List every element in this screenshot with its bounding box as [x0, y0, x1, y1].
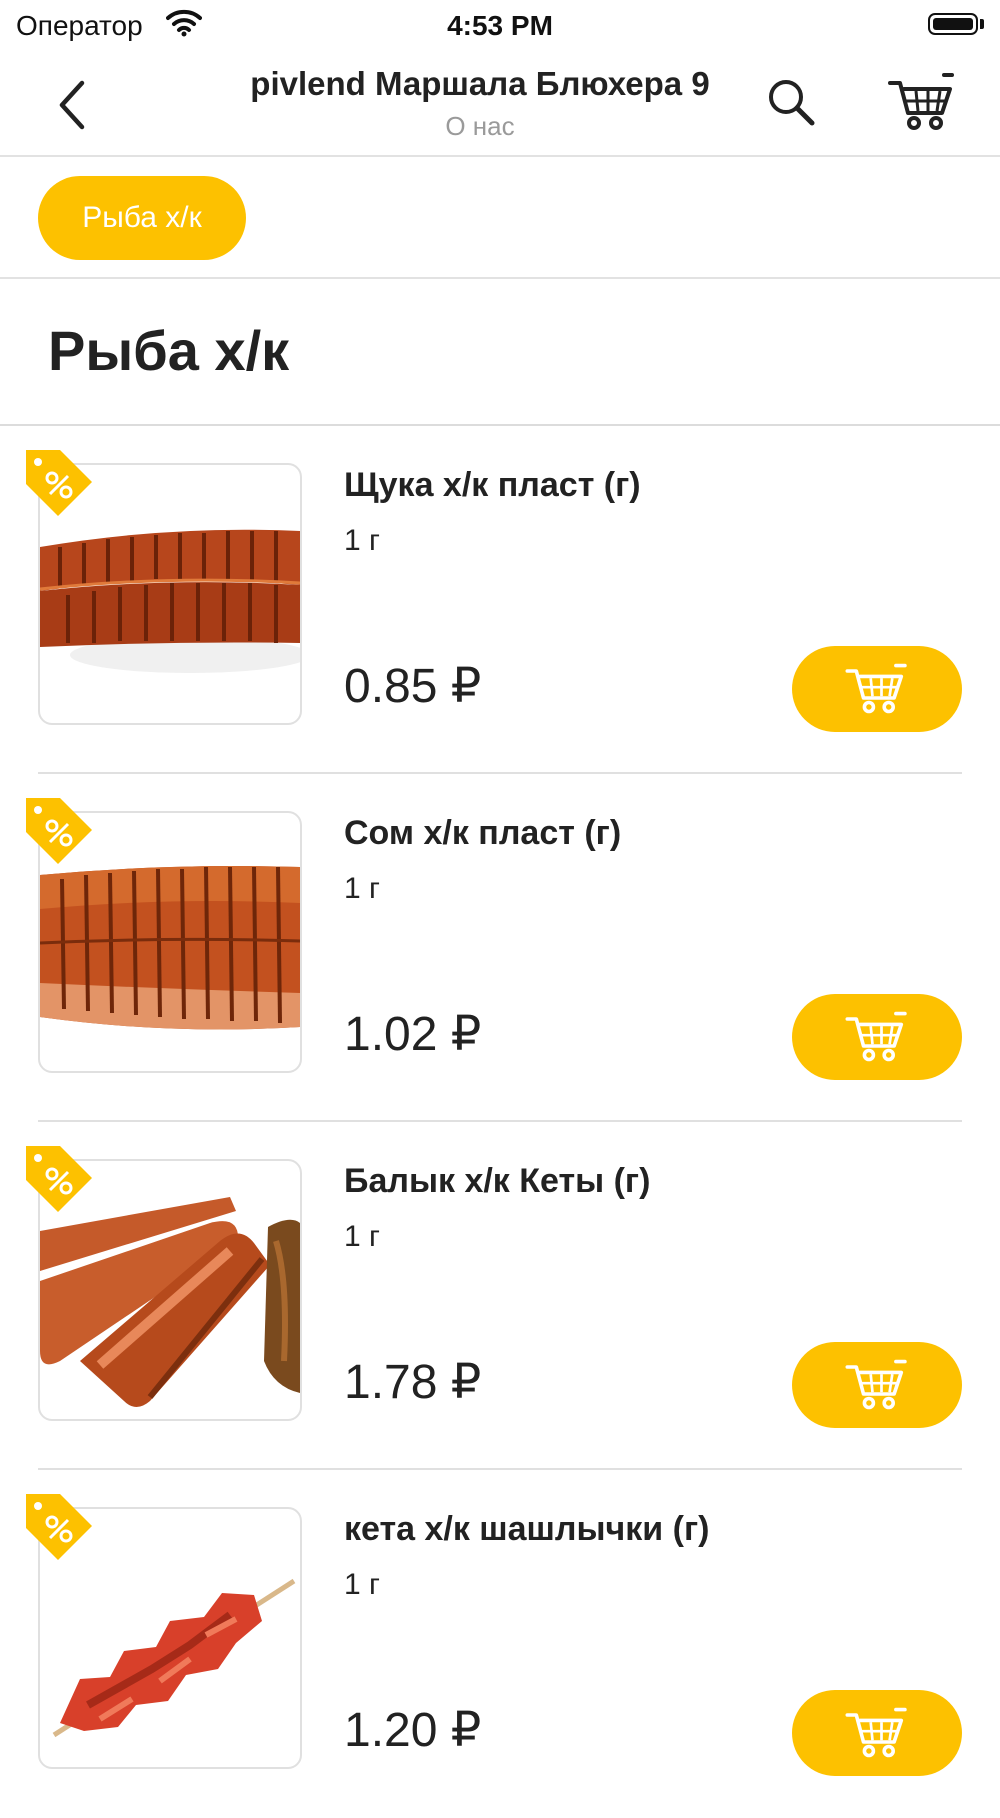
product-price: 0.85 ₽	[344, 660, 482, 713]
store-title: pivlend Маршала Блюхера 9	[250, 65, 710, 102]
cart-button[interactable]	[886, 69, 956, 133]
battery-icon	[928, 13, 978, 35]
shopping-cart-icon	[845, 1011, 907, 1062]
shopping-cart-icon	[845, 1707, 907, 1758]
add-to-cart-button[interactable]	[792, 1342, 962, 1428]
add-to-cart-button[interactable]	[792, 994, 962, 1080]
navigation-bar: pivlend Маршала Блюхера 9 О нас	[0, 55, 1000, 157]
product-weight: 1 г	[344, 872, 380, 905]
product-weight: 1 г	[344, 524, 380, 557]
add-to-cart-button[interactable]	[792, 1690, 962, 1776]
discount-tag-icon	[24, 1144, 94, 1214]
battery-cap	[980, 19, 984, 29]
section-title: Рыба х/к	[48, 319, 290, 382]
product-card[interactable]: Балык х/к Кеты (г) 1 г 1.78 ₽	[0, 1122, 1000, 1470]
product-name: Щука х/к пласт (г)	[344, 466, 641, 504]
product-price: 1.02 ₽	[344, 1008, 482, 1061]
product-price: 1.78 ₽	[344, 1356, 482, 1409]
product-card[interactable]: кета х/к шашлычки (г) 1 г 1.20 ₽	[0, 1470, 1000, 1818]
add-to-cart-button[interactable]	[792, 646, 962, 732]
product-weight: 1 г	[344, 1568, 380, 1601]
search-icon	[769, 80, 815, 126]
discount-tag-icon	[24, 448, 94, 518]
about-link[interactable]: О нас	[200, 111, 760, 142]
product-name: Балык х/к Кеты (г)	[344, 1162, 651, 1200]
product-name: кета х/к шашлычки (г)	[344, 1510, 710, 1548]
product-price: 1.20 ₽	[344, 1704, 482, 1757]
product-card[interactable]: Щука х/к пласт (г) 1 г 0.85 ₽	[0, 426, 1000, 774]
shopping-cart-icon	[845, 663, 907, 714]
search-button[interactable]	[762, 73, 822, 133]
category-chip-fish[interactable]: Рыба х/к	[38, 176, 246, 260]
status-bar: Оператор 4:53 PM	[0, 0, 1000, 50]
status-time: 4:53 PM	[447, 10, 553, 41]
category-strip: Рыба х/к	[0, 157, 1000, 279]
shopping-cart-icon	[845, 1359, 907, 1410]
product-name: Сом х/к пласт (г)	[344, 814, 622, 852]
chevron-left-icon	[59, 80, 85, 130]
back-button[interactable]	[50, 75, 110, 135]
discount-tag-icon	[24, 796, 94, 866]
product-weight: 1 г	[344, 1220, 380, 1253]
shopping-cart-icon	[888, 73, 954, 130]
product-card[interactable]: Сом х/к пласт (г) 1 г 1.02 ₽	[0, 774, 1000, 1122]
discount-tag-icon	[24, 1492, 94, 1562]
